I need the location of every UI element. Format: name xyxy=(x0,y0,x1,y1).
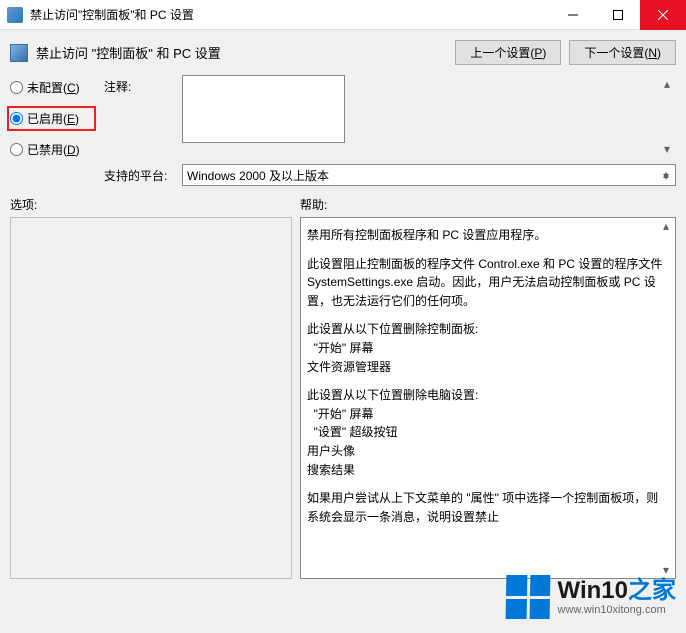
comment-label: 注释: xyxy=(104,75,174,158)
scroll-down-icon[interactable]: ▾ xyxy=(658,168,674,184)
previous-setting-button[interactable]: 上一个设置(P) xyxy=(455,40,561,65)
close-button[interactable] xyxy=(640,0,686,30)
radio-enabled-label: 已启用(E) xyxy=(27,110,79,127)
policy-icon xyxy=(10,44,28,62)
help-paragraph: 如果用户尝试从上下文菜单的 "属性" 项中选择一个控制面板项，则系统会显示一条消… xyxy=(307,489,669,526)
content-area: 禁止访问 "控制面板" 和 PC 设置 上一个设置(P) 下一个设置(N) 未配… xyxy=(0,30,686,633)
windows-logo-icon xyxy=(505,575,550,619)
app-icon xyxy=(7,7,23,23)
help-paragraph: 此设置从以下位置删除控制面板: "开始" 屏幕 文件资源管理器 xyxy=(307,320,669,376)
lower-panels: 选项: 帮助: 禁用所有控制面板程序和 PC 设置应用程序。 此设置阻止控制面板… xyxy=(10,196,676,579)
header-row: 禁止访问 "控制面板" 和 PC 设置 上一个设置(P) 下一个设置(N) xyxy=(10,40,676,65)
options-box xyxy=(10,217,292,579)
help-column: 帮助: 禁用所有控制面板程序和 PC 设置应用程序。 此设置阻止控制面板的程序文… xyxy=(300,196,676,579)
config-radios: 未配置(C) 已启用(E) 已禁用(D) xyxy=(10,75,96,158)
options-column: 选项: xyxy=(10,196,292,579)
page-title: 禁止访问 "控制面板" 和 PC 设置 xyxy=(36,43,447,62)
platform-value-box: Windows 2000 及以上版本 ▴ ▾ xyxy=(182,164,676,186)
platform-value: Windows 2000 及以上版本 xyxy=(187,167,329,184)
radio-disabled-input[interactable] xyxy=(10,143,23,156)
window-title: 禁止访问"控制面板"和 PC 设置 xyxy=(30,6,550,23)
help-label: 帮助: xyxy=(300,196,676,213)
help-paragraph: 此设置阻止控制面板的程序文件 Control.exe 和 PC 设置的程序文件 … xyxy=(307,255,669,311)
titlebar: 禁止访问"控制面板"和 PC 设置 xyxy=(0,0,686,30)
options-label: 选项: xyxy=(10,196,292,213)
comment-textarea[interactable] xyxy=(182,75,345,143)
minimize-button[interactable] xyxy=(550,0,595,30)
help-paragraph: 此设置从以下位置删除电脑设置: "开始" 屏幕 "设置" 超级按钮 用户头像 搜… xyxy=(307,386,669,479)
next-setting-button[interactable]: 下一个设置(N) xyxy=(569,40,676,65)
radio-disabled-label: 已禁用(D) xyxy=(27,141,80,158)
radio-enabled[interactable]: 已启用(E) xyxy=(10,110,79,127)
config-comment-row: 未配置(C) 已启用(E) 已禁用(D) 注释: ▴ ▾ xyxy=(10,75,676,158)
watermark: Win10之家 www.win10xitong.com xyxy=(506,575,676,619)
radio-not-configured[interactable]: 未配置(C) xyxy=(10,79,96,96)
maximize-button[interactable] xyxy=(595,0,640,30)
help-box: 禁用所有控制面板程序和 PC 设置应用程序。 此设置阻止控制面板的程序文件 Co… xyxy=(300,217,676,579)
platform-label: 支持的平台: xyxy=(104,164,174,186)
radio-not-configured-input[interactable] xyxy=(10,81,23,94)
platform-row: 支持的平台: Windows 2000 及以上版本 ▴ ▾ xyxy=(10,164,676,186)
scroll-down-icon[interactable]: ▾ xyxy=(659,141,675,157)
radio-enabled-input[interactable] xyxy=(10,112,23,125)
window-controls xyxy=(550,0,686,30)
scroll-up-icon[interactable]: ▴ xyxy=(659,76,675,92)
radio-disabled[interactable]: 已禁用(D) xyxy=(10,141,96,158)
help-paragraph: 禁用所有控制面板程序和 PC 设置应用程序。 xyxy=(307,226,669,245)
watermark-text: Win10之家 www.win10xitong.com xyxy=(558,579,676,616)
scroll-up-icon[interactable]: ▴ xyxy=(658,218,674,234)
radio-enabled-highlight: 已启用(E) xyxy=(7,106,96,131)
radio-not-configured-label: 未配置(C) xyxy=(27,79,80,96)
